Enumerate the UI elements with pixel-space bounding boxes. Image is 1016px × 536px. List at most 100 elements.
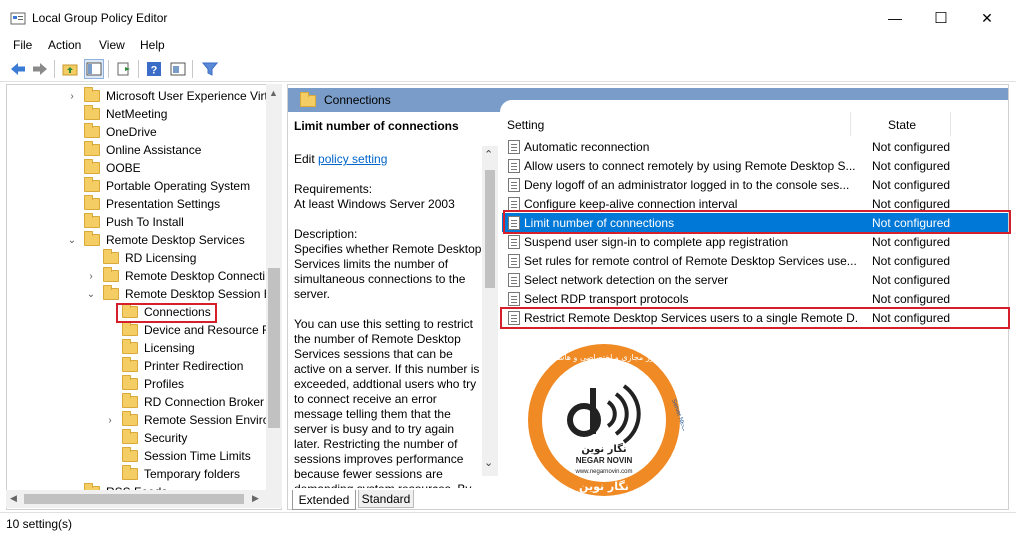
setting-state: Not configured (872, 234, 951, 249)
menu-file[interactable]: File (13, 38, 32, 52)
tree-node-label: Online Assistance (106, 143, 202, 157)
policy-setting-link[interactable]: policy setting (318, 152, 387, 166)
tree-node-label: OneDrive (106, 125, 157, 139)
close-button[interactable]: ✕ (964, 0, 1010, 36)
tree-node-label: Remote Desktop Services (106, 233, 245, 247)
setting-row[interactable]: Suspend user sign-in to complete app reg… (502, 232, 1008, 251)
collapsed-arrow-icon[interactable]: › (104, 415, 116, 426)
policy-setting-icon (508, 272, 520, 287)
setting-name: Automatic reconnection (524, 139, 650, 154)
policy-setting-icon (508, 196, 520, 211)
tree-node[interactable]: OneDrive (66, 123, 157, 141)
setting-state: Not configured (872, 139, 951, 154)
column-header-setting[interactable]: Setting (507, 118, 544, 132)
description-scroll-thumb[interactable] (485, 170, 495, 288)
properties-icon[interactable] (168, 59, 188, 79)
highlight-connections-node (116, 303, 217, 323)
forward-icon[interactable] (30, 59, 50, 79)
folder-icon (84, 231, 100, 246)
tree-horizontal-scrollbar[interactable]: ◀ ▶ (6, 490, 282, 508)
tree-node[interactable]: ⌄ Remote Desktop Session H (85, 285, 272, 303)
tree-node[interactable]: › Microsoft User Experience Virt (66, 87, 268, 105)
tree-node[interactable]: Temporary folders (104, 465, 240, 483)
expanded-arrow-icon[interactable]: ⌄ (85, 289, 97, 300)
svg-text:NEGAR NOVIN: NEGAR NOVIN (576, 456, 633, 465)
tree-node-label: OOBE (106, 161, 141, 175)
tree-node[interactable]: Device and Resource Re (104, 321, 277, 339)
policy-setting-icon (508, 139, 520, 154)
help-icon[interactable]: ? (144, 59, 164, 79)
tree-node[interactable]: Security (104, 429, 187, 447)
description-label: Description: (294, 227, 358, 241)
svg-text:www.negarnovin.com: www.negarnovin.com (574, 469, 632, 475)
menu-action[interactable]: Action (48, 38, 81, 52)
setting-row[interactable]: Automatic reconnection Not configured (502, 137, 1008, 156)
tree-scroll-thumb[interactable] (268, 268, 280, 428)
expanded-arrow-icon[interactable]: ⌄ (66, 235, 78, 246)
tree-node[interactable]: Presentation Settings (66, 195, 220, 213)
tree-node[interactable]: Profiles (104, 375, 184, 393)
tree-hscroll-thumb[interactable] (24, 494, 244, 504)
setting-row[interactable]: Select network detection on the server No… (502, 270, 1008, 289)
tree-node[interactable]: ⌄ Remote Desktop Services (66, 231, 245, 249)
tree-node[interactable]: Portable Operating System (66, 177, 250, 195)
back-icon[interactable] (8, 59, 28, 79)
setting-name: Select network detection on the server (524, 272, 729, 287)
column-header-state[interactable]: State (888, 118, 916, 132)
tree-node[interactable]: › Remote Session Enviro (104, 411, 269, 429)
chevron-up-icon[interactable]: ⌃ (484, 148, 493, 161)
tree-node[interactable]: OOBE (66, 159, 141, 177)
maximize-button[interactable]: ☐ (918, 0, 964, 36)
tree-node[interactable]: Online Assistance (66, 141, 201, 159)
scroll-up-icon[interactable]: ▲ (269, 88, 278, 98)
tree-node-label: Profiles (144, 377, 185, 391)
description-scrollbar[interactable]: ⌃ ⌄ (482, 146, 498, 476)
setting-state: Not configured (872, 291, 951, 306)
collapsed-arrow-icon[interactable]: › (85, 271, 97, 282)
collapsed-arrow-icon[interactable]: › (66, 91, 78, 102)
tree-node[interactable]: RD Connection Broker (104, 393, 264, 411)
tree-node[interactable]: Push To Install (66, 213, 184, 231)
export-list-icon[interactable] (114, 59, 134, 79)
setting-state: Not configured (872, 272, 951, 287)
setting-name: Set rules for remote control of Remote D… (524, 253, 857, 268)
show-hide-tree-icon[interactable] (84, 59, 104, 79)
tree-node[interactable]: Printer Redirection (104, 357, 243, 375)
menu-help[interactable]: Help (140, 38, 165, 52)
tree-node[interactable]: RD Licensing (85, 249, 196, 267)
tree-node[interactable]: Licensing (104, 339, 195, 357)
filter-icon[interactable] (200, 59, 220, 79)
tree-node[interactable]: › Remote Desktop Connecti (85, 267, 265, 285)
requirements-value: At least Windows Server 2003 (294, 197, 455, 211)
tree-node-label: Remote Desktop Connecti (125, 269, 266, 283)
folder-icon (103, 285, 119, 300)
chevron-down-icon[interactable]: ⌄ (484, 456, 493, 469)
setting-name: Allow users to connect remotely by using… (524, 158, 856, 173)
tree-vertical-scrollbar[interactable]: ▲ (266, 84, 282, 492)
scroll-right-icon[interactable]: ▶ (252, 493, 259, 504)
svg-text:نگار نوین: نگار نوین (581, 442, 626, 455)
minimize-button[interactable]: — (872, 0, 918, 36)
up-folder-icon[interactable] (60, 59, 80, 79)
tree-node-label: Presentation Settings (106, 197, 221, 211)
setting-row[interactable]: Set rules for remote control of Remote D… (502, 251, 1008, 270)
tree-node[interactable]: NetMeeting (66, 105, 167, 123)
setting-state: Not configured (872, 253, 951, 268)
tree-node[interactable]: Session Time Limits (104, 447, 251, 465)
folder-icon (84, 177, 100, 192)
tab-standard[interactable]: Standard (358, 490, 414, 508)
setting-row[interactable]: Deny logoff of an administrator logged i… (502, 175, 1008, 194)
setting-row[interactable]: Allow users to connect remotely by using… (502, 156, 1008, 175)
setting-row[interactable]: Select RDP transport protocols Not config… (502, 289, 1008, 308)
tree-node-label: RD Licensing (125, 251, 197, 265)
window-title: Local Group Policy Editor (32, 11, 168, 25)
status-text: 10 setting(s) (6, 517, 73, 531)
policy-setting-icon (508, 158, 520, 173)
scroll-left-icon[interactable]: ◀ (10, 493, 17, 504)
policy-setting-icon (508, 253, 520, 268)
menu-view[interactable]: View (99, 38, 125, 52)
policy-setting-icon (508, 234, 520, 249)
tab-extended[interactable]: Extended (292, 490, 356, 510)
tree-node-label: NetMeeting (106, 107, 168, 121)
details-header-title: Connections (324, 93, 391, 107)
